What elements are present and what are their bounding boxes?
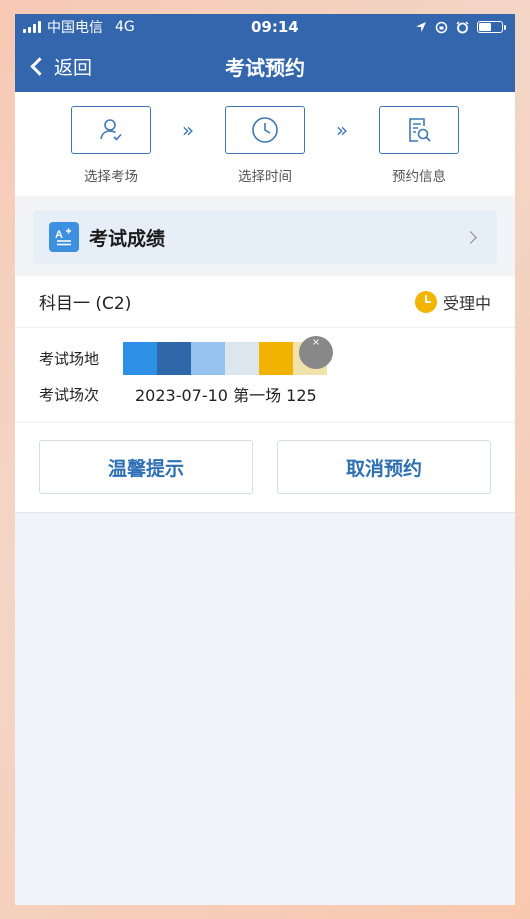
step-label: 选择时间	[238, 169, 292, 185]
score-section: A 考试成绩	[15, 196, 515, 276]
close-icon[interactable]: ×	[299, 335, 333, 369]
svg-text:A: A	[55, 229, 63, 241]
back-label: 返回	[54, 56, 93, 79]
session-label: 考试场次	[39, 385, 100, 404]
exam-card-header: 科目一 (C2) 受理中	[15, 276, 515, 328]
redaction-block	[259, 341, 293, 375]
location-icon	[415, 22, 426, 32]
status-left: 中国电信 4G	[23, 17, 135, 37]
status-time: 09:14	[251, 18, 299, 36]
clock-icon	[252, 117, 278, 143]
status-right	[415, 20, 506, 34]
status-bar: 中国电信 4G 09:14	[15, 14, 515, 40]
document-search-icon	[409, 118, 431, 142]
person-check-icon	[100, 119, 122, 141]
rotation-lock-icon	[435, 21, 448, 33]
score-icon: A	[49, 222, 79, 252]
status-text: 受理中	[442, 293, 491, 313]
exam-details: 考试场地 × 考试场次 2023-07-10 第一场 125	[15, 328, 515, 423]
exam-score-entry[interactable]: A 考试成绩	[33, 210, 497, 264]
cancel-booking-button[interactable]: 取消预约	[277, 440, 491, 494]
back-button[interactable]: 返回	[15, 53, 92, 80]
exam-subject: 科目一 (C2)	[39, 294, 132, 314]
chevron-left-icon	[30, 56, 49, 76]
action-buttons: 温馨提示 取消预约	[15, 423, 515, 513]
exam-score-label: 考试成绩	[89, 227, 166, 250]
session-row: 考试场次 2023-07-10 第一场 125	[39, 376, 491, 412]
phone-screen: 中国电信 4G 09:14 返回 考试预约 选择考场 » 选择时间 » 预约信息…	[15, 14, 515, 905]
step-label: 选择考场	[84, 169, 138, 185]
pending-clock-icon	[414, 290, 437, 313]
step-box	[225, 106, 305, 154]
step-label: 预约信息	[392, 169, 446, 185]
carrier-name: 中国电信	[47, 20, 103, 36]
network-type: 4G	[115, 19, 135, 35]
status-badge: 受理中	[414, 290, 491, 314]
step-indicator: 选择考场 » 选择时间 » 预约信息	[15, 92, 515, 196]
venue-label: 考试场地	[39, 349, 100, 368]
step-select-venue: 选择考场	[71, 106, 151, 185]
step-select-time: 选择时间	[225, 106, 305, 185]
redaction-block	[123, 341, 157, 375]
step-booking-info: 预约信息	[379, 106, 459, 185]
double-chevron-icon: »	[335, 118, 349, 142]
redaction-block	[157, 341, 191, 375]
nav-bar: 返回 考试预约	[15, 40, 515, 92]
redaction-block	[191, 341, 225, 375]
exam-card: 科目一 (C2) 受理中 考试场地 × 考试场次 2023-07-10 第一场 …	[15, 276, 515, 513]
redaction-block	[225, 341, 259, 375]
chevron-right-icon	[464, 230, 477, 244]
signal-icon	[23, 21, 41, 33]
session-value: 2023-07-10 第一场 125	[135, 386, 317, 405]
venue-row: 考试场地 ×	[39, 335, 491, 376]
double-chevron-icon: »	[181, 118, 195, 142]
step-box	[71, 106, 151, 154]
tips-button[interactable]: 温馨提示	[39, 440, 253, 494]
battery-icon	[476, 21, 506, 33]
alarm-icon	[456, 20, 469, 33]
step-box	[379, 106, 459, 154]
venue-redacted: ×	[123, 335, 333, 375]
